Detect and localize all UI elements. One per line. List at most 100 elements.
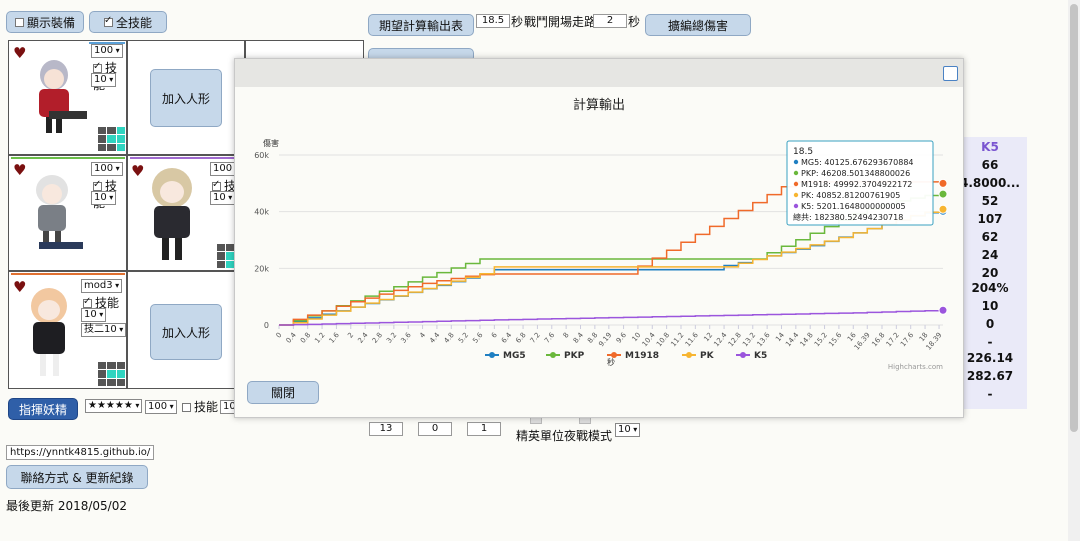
damage-chart[interactable]: 計算輸出傷害020k40k60k0 0.4 0.8 1.2 1.6 2 2.4 2.8 3.2 3… bbox=[235, 87, 963, 377]
all-skill-checkbox[interactable] bbox=[103, 15, 113, 27]
x-tick-label: 15.6 bbox=[827, 331, 843, 349]
legend-item: PKP bbox=[564, 351, 585, 361]
expand-damage-button[interactable]: 擴編總傷害 bbox=[645, 14, 751, 36]
show-equipment-button[interactable]: 顯示裝備 bbox=[6, 11, 84, 33]
enemy-value-2-input[interactable]: 0 bbox=[418, 422, 452, 436]
x-tick-label: 10 bbox=[631, 331, 643, 343]
fairy-skill-toggle[interactable]: 技能 bbox=[182, 398, 218, 415]
site-url-field[interactable]: https://ynntk4815.github.io/ bbox=[6, 445, 155, 460]
fairy-skill-checkbox[interactable] bbox=[182, 403, 191, 412]
formation-cell-5[interactable]: ♥ 100 技 10 bbox=[127, 155, 245, 271]
night-value-select[interactable]: 10 bbox=[615, 423, 641, 437]
contact-changelog-button[interactable]: 聯絡方式 & 更新紀錄 bbox=[6, 465, 148, 489]
x-tick-label: 0.4 bbox=[285, 331, 299, 345]
walk-seconds-unit: 秒 bbox=[628, 15, 641, 29]
x-tick-label: 11.6 bbox=[684, 331, 700, 349]
level-select[interactable]: mod3 bbox=[81, 279, 123, 293]
tdoll-portrait[interactable] bbox=[19, 53, 89, 138]
skill-checkbox[interactable] bbox=[83, 296, 92, 308]
close-icon[interactable] bbox=[943, 66, 958, 81]
formation-cell-4[interactable]: ♥ 100 技能 10 bbox=[8, 155, 127, 271]
enemy-value-3-input[interactable]: 1 bbox=[467, 422, 501, 436]
formation-cell-1[interactable]: ♥ 100 技能 10 bbox=[8, 40, 127, 155]
seconds-input[interactable]: 18.5 bbox=[476, 14, 510, 28]
x-tick-label: 13.2 bbox=[741, 331, 757, 348]
level-select[interactable]: 100 bbox=[91, 44, 123, 58]
level-select[interactable]: 100 bbox=[91, 162, 123, 176]
skill-level-select[interactable]: 10 bbox=[91, 73, 117, 87]
x-tick-label: 0 bbox=[275, 331, 284, 340]
add-tdoll-button[interactable]: 加入人形 bbox=[150, 304, 222, 360]
legend-marker bbox=[489, 352, 495, 358]
fairy-skill-label: 技能 bbox=[194, 400, 219, 414]
expected-output-button[interactable]: 期望計算輸出表 bbox=[368, 14, 474, 36]
elite-label: 精英單位 bbox=[516, 429, 565, 443]
x-tick-label: 1.2 bbox=[313, 331, 326, 345]
cell-frame-line bbox=[11, 157, 125, 159]
x-tick-label: 2.8 bbox=[371, 331, 384, 345]
skill-level-select[interactable]: 10 bbox=[81, 308, 107, 322]
x-tick-label: 12.8 bbox=[727, 331, 743, 348]
stat-value: 204% bbox=[971, 281, 1009, 295]
show-equipment-checkbox[interactable] bbox=[14, 17, 24, 27]
x-axis-label: 秒 bbox=[607, 357, 615, 367]
stats-header: K5 bbox=[981, 140, 999, 154]
skill-checkbox[interactable] bbox=[212, 179, 221, 191]
fairy-level-select[interactable]: 100 bbox=[145, 400, 177, 414]
all-skill-label: 全技能 bbox=[115, 15, 152, 30]
stat-value: 10 bbox=[981, 299, 999, 313]
legend-marker bbox=[550, 352, 556, 358]
formation-cell-7[interactable]: 加入人形 bbox=[127, 271, 245, 389]
tdoll-portrait[interactable] bbox=[134, 162, 214, 266]
enemy-value-1-input[interactable]: 13 bbox=[369, 422, 403, 436]
series-point-m1918 bbox=[938, 178, 948, 188]
stat-value: 4.8000... bbox=[960, 176, 1020, 190]
series-line-k5 bbox=[279, 309, 944, 326]
walk-seconds-input[interactable]: 2 bbox=[593, 14, 627, 28]
legend-marker bbox=[740, 352, 746, 358]
x-tick-label: 16.8 bbox=[870, 331, 886, 348]
cell-frame-line bbox=[130, 157, 244, 159]
all-skill-button[interactable]: 全技能 bbox=[89, 11, 167, 33]
y-axis-label: 傷害 bbox=[263, 138, 279, 148]
add-tdoll-button[interactable]: 加入人形 bbox=[150, 69, 222, 127]
skill-checkbox[interactable] bbox=[93, 61, 102, 73]
stat-value: 20 bbox=[981, 266, 999, 280]
x-tick-label: 11.2 bbox=[669, 331, 685, 348]
stat-value: 226.14 bbox=[966, 351, 1014, 365]
scrollbar-thumb[interactable] bbox=[1070, 4, 1078, 432]
x-tick-label: 16.39 bbox=[853, 331, 872, 351]
tooltip-bullet bbox=[793, 170, 799, 176]
tdoll-portrait[interactable] bbox=[17, 168, 92, 256]
skill-checkbox[interactable] bbox=[93, 179, 102, 191]
x-tick-label: 5.2 bbox=[457, 331, 470, 345]
skill2-level-select[interactable]: 技二10 bbox=[81, 323, 127, 337]
stat-value: - bbox=[987, 387, 993, 401]
formation-cell-6[interactable]: ♥ mod3 技能 10 技二10 bbox=[8, 271, 127, 389]
formation-cell-2[interactable]: 加入人形 bbox=[127, 40, 245, 155]
tdoll-portrait[interactable] bbox=[15, 282, 87, 384]
fairy-button[interactable]: 指揮妖精 bbox=[8, 398, 78, 420]
tooltip-title: 18.5 bbox=[793, 147, 813, 157]
x-tick-label: 7.6 bbox=[543, 331, 557, 345]
series-line-pk bbox=[279, 209, 944, 326]
skill-level-select[interactable]: 10 bbox=[91, 191, 117, 205]
skill-level-select[interactable]: 10 bbox=[210, 191, 236, 205]
output-chart-dialog: 計算輸出 傷害 0 20k 40k 60k 0 0.4 0.8 1.2 1.6 2 2.4 2.8 3.2 3… bbox=[234, 58, 964, 418]
fairy-stars-select[interactable]: ★★★★★ bbox=[85, 399, 143, 413]
x-tick-label: 9.6 bbox=[615, 331, 629, 345]
legend-item: M1918 bbox=[625, 351, 659, 361]
x-tick-label: 3.6 bbox=[399, 331, 413, 345]
x-tick-label: 10.8 bbox=[655, 331, 671, 348]
stat-value: 62 bbox=[981, 230, 999, 244]
x-tick-label: 12.4 bbox=[712, 331, 728, 349]
last-update-text: 最後更新 2018/05/02 bbox=[6, 499, 127, 513]
seconds-unit: 秒 bbox=[511, 15, 524, 29]
close-dialog-button[interactable]: 關閉 bbox=[247, 381, 319, 404]
y-tick-label: 0 bbox=[264, 321, 269, 330]
page-scrollbar[interactable] bbox=[1068, 0, 1080, 541]
x-tick-label: 14.4 bbox=[784, 331, 800, 349]
x-tick-label: 4.8 bbox=[443, 331, 456, 345]
dialog-titlebar[interactable] bbox=[235, 59, 963, 87]
x-tick-label: 2.4 bbox=[356, 331, 370, 345]
